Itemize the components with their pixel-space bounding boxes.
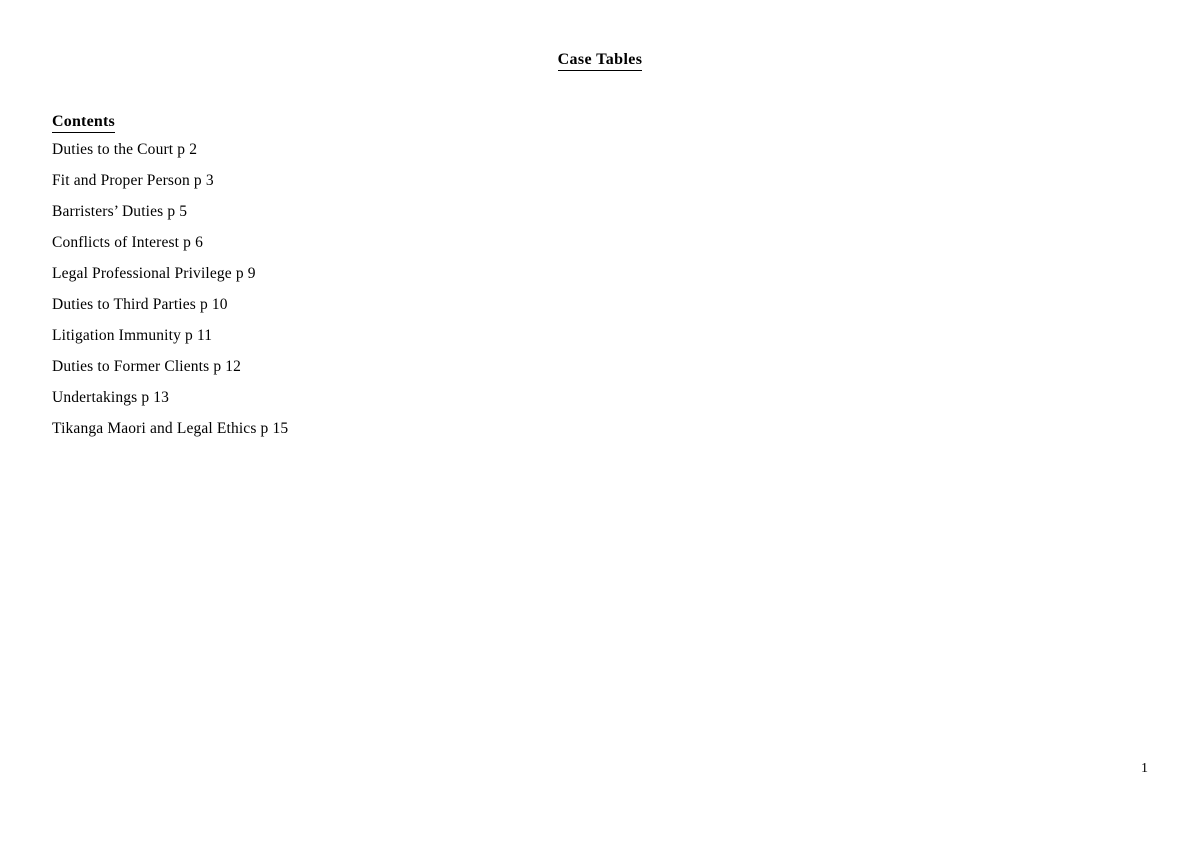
list-item[interactable]: Undertakings p 13 (52, 390, 752, 421)
list-item[interactable]: Conflicts of Interest p 6 (52, 235, 752, 266)
page-title: Case Tables (0, 50, 1200, 72)
list-item[interactable]: Fit and Proper Person p 3 (52, 173, 752, 204)
list-item[interactable]: Duties to the Court p 2 (52, 142, 752, 173)
document-page: Case Tables Contents Duties to the Court… (0, 0, 1200, 849)
page-number: 1 (1141, 761, 1148, 776)
list-item[interactable]: Barristers’ Duties p 5 (52, 204, 752, 235)
list-item[interactable]: Tikanga Maori and Legal Ethics p 15 (52, 421, 752, 452)
list-item[interactable]: Duties to Former Clients p 12 (52, 359, 752, 390)
list-item[interactable]: Duties to Third Parties p 10 (52, 297, 752, 328)
list-item[interactable]: Legal Professional Privilege p 9 (52, 266, 752, 297)
page-title-text: Case Tables (557, 50, 643, 72)
contents-section: Contents Duties to the Court p 2 Fit and… (52, 112, 752, 452)
list-item[interactable]: Litigation Immunity p 11 (52, 328, 752, 359)
table-of-contents-list: Duties to the Court p 2 Fit and Proper P… (52, 142, 752, 452)
contents-heading: Contents (52, 112, 752, 133)
contents-heading-text: Contents (52, 112, 115, 133)
